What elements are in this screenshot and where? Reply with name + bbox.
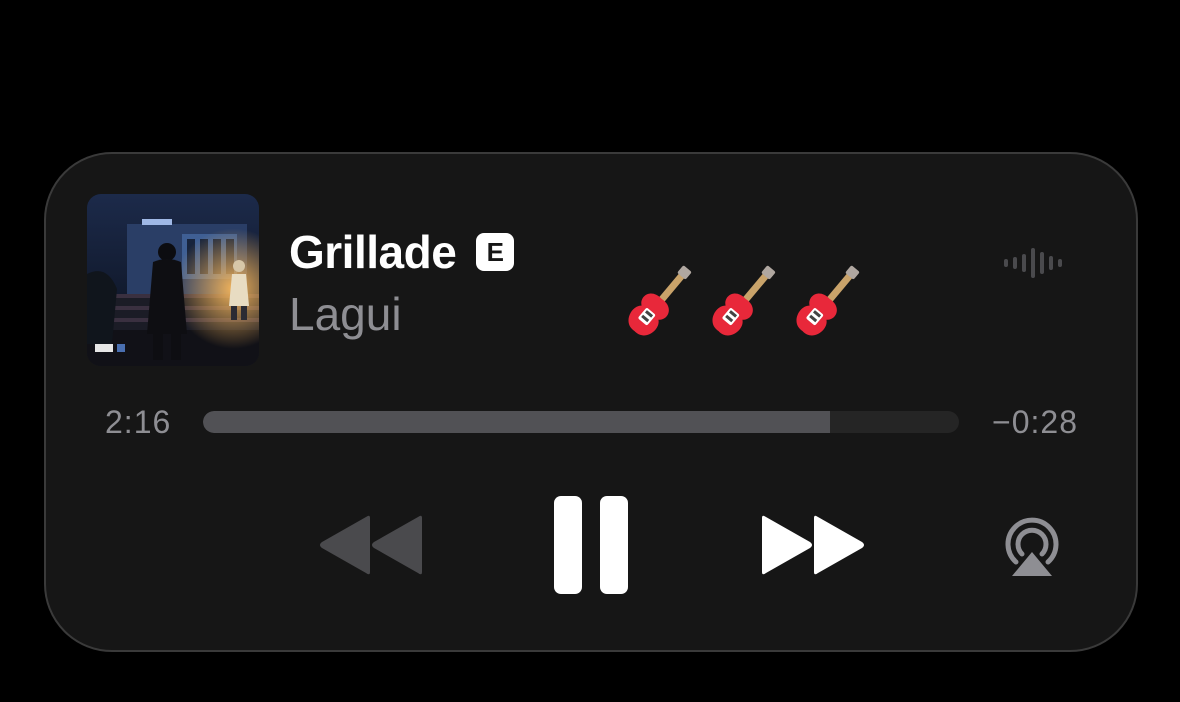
airplay-button[interactable] [998,512,1066,580]
guitar-icon [796,265,860,336]
title-row: Grillade E [289,226,515,278]
progress-fill [203,411,831,433]
remaining-time: −0:28 [992,404,1078,440]
album-artwork[interactable] [87,194,259,366]
pause-button[interactable] [552,494,630,596]
track-title[interactable]: Grillade [289,226,457,278]
progress-scrubber[interactable] [203,411,959,433]
forward-icon [762,515,864,575]
explicit-badge: E [476,233,515,271]
backward-icon [320,515,422,575]
pause-icon [554,496,628,594]
forward-button[interactable] [760,512,868,578]
now-playing-widget: Grillade E Lagui 2:16 −0:28 [44,152,1138,652]
elapsed-time: 2:16 [105,404,172,440]
guitar-icon [712,265,776,336]
rewind-button[interactable] [316,512,424,578]
guitar-icon [628,265,692,336]
artist-name[interactable]: Lagui [289,288,402,340]
airplay-icon [1005,517,1059,576]
waveform-icon [1004,248,1062,278]
guitar-emoji-group [626,258,860,346]
album-artwork-image [87,194,259,366]
